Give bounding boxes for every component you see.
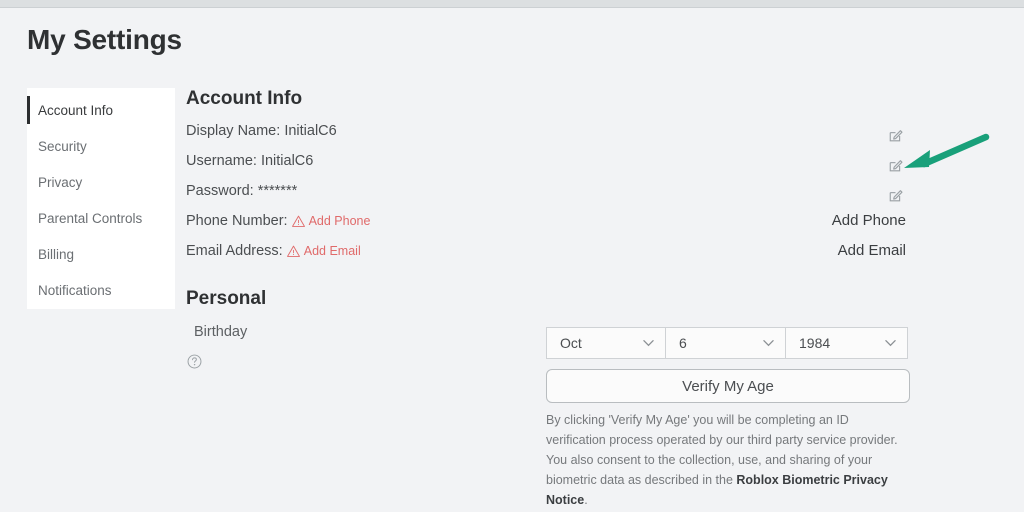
warning-triangle-icon xyxy=(286,245,300,258)
edit-display-name-icon[interactable] xyxy=(888,128,903,143)
browser-top-strip xyxy=(0,0,1024,8)
username-label: Username: xyxy=(186,153,257,169)
birthday-month-value: Oct xyxy=(560,335,582,351)
edit-username-icon[interactable] xyxy=(888,158,903,173)
personal-heading: Personal xyxy=(186,288,267,309)
sidebar-item-billing[interactable]: Billing xyxy=(27,236,175,272)
password-value: ******* xyxy=(257,183,298,199)
settings-sidebar: Account Info Security Privacy Parental C… xyxy=(27,88,175,309)
sidebar-item-label: Notifications xyxy=(38,282,112,298)
question-mark-circle-icon[interactable] xyxy=(187,354,202,369)
sidebar-item-account-info[interactable]: Account Info xyxy=(27,92,175,128)
add-phone-button[interactable]: Add Phone xyxy=(832,212,906,229)
add-phone-link-label: Add Phone xyxy=(308,214,371,229)
display-name-label: Display Name: xyxy=(186,123,281,139)
sidebar-item-security[interactable]: Security xyxy=(27,128,175,164)
sidebar-item-parental-controls[interactable]: Parental Controls xyxy=(27,200,175,236)
add-email-link-label: Add Email xyxy=(303,244,361,259)
sidebar-item-label: Security xyxy=(38,138,87,154)
password-label: Password: xyxy=(186,183,254,199)
account-info-heading: Account Info xyxy=(186,88,303,109)
phone-number-label: Phone Number: xyxy=(186,213,288,229)
sidebar-item-notifications[interactable]: Notifications xyxy=(27,272,175,308)
username-value: InitialC6 xyxy=(260,153,314,169)
sidebar-item-privacy[interactable]: Privacy xyxy=(27,164,175,200)
birthday-selectors: Oct 6 1984 xyxy=(546,327,908,359)
chevron-down-icon xyxy=(885,340,896,347)
birthday-year-value: 1984 xyxy=(799,335,831,351)
age-verification-disclaimer: By clicking 'Verify My Age' you will be … xyxy=(546,410,912,510)
verify-my-age-button[interactable]: Verify My Age xyxy=(546,369,910,403)
warning-triangle-icon xyxy=(291,215,305,228)
password-row: Password: ******* xyxy=(186,176,986,206)
birthday-month-select[interactable]: Oct xyxy=(546,327,666,359)
birthday-year-select[interactable]: 1984 xyxy=(786,327,908,359)
sidebar-item-label: Account Info xyxy=(38,102,114,118)
display-name-value: InitialC6 xyxy=(284,123,337,139)
sidebar-item-label: Billing xyxy=(38,246,75,262)
sidebar-item-label: Privacy xyxy=(38,174,83,190)
page-title: My Settings xyxy=(27,24,182,55)
chevron-down-icon xyxy=(763,340,774,347)
display-name-row: Display Name: InitialC6 xyxy=(186,116,986,146)
add-email-link[interactable]: Add Email xyxy=(286,236,361,266)
disclaimer-period: . xyxy=(584,493,588,507)
username-row: Username: InitialC6 xyxy=(186,146,986,176)
birthday-day-select[interactable]: 6 xyxy=(666,327,786,359)
chevron-down-icon xyxy=(643,340,654,347)
birthday-day-value: 6 xyxy=(679,335,687,351)
active-indicator-bar xyxy=(27,96,30,124)
add-phone-link[interactable]: Add Phone xyxy=(291,206,371,236)
email-address-label: Email Address: xyxy=(186,243,283,259)
add-email-button[interactable]: Add Email xyxy=(838,242,906,259)
sidebar-item-label: Parental Controls xyxy=(38,210,143,226)
edit-password-icon[interactable] xyxy=(888,188,903,203)
